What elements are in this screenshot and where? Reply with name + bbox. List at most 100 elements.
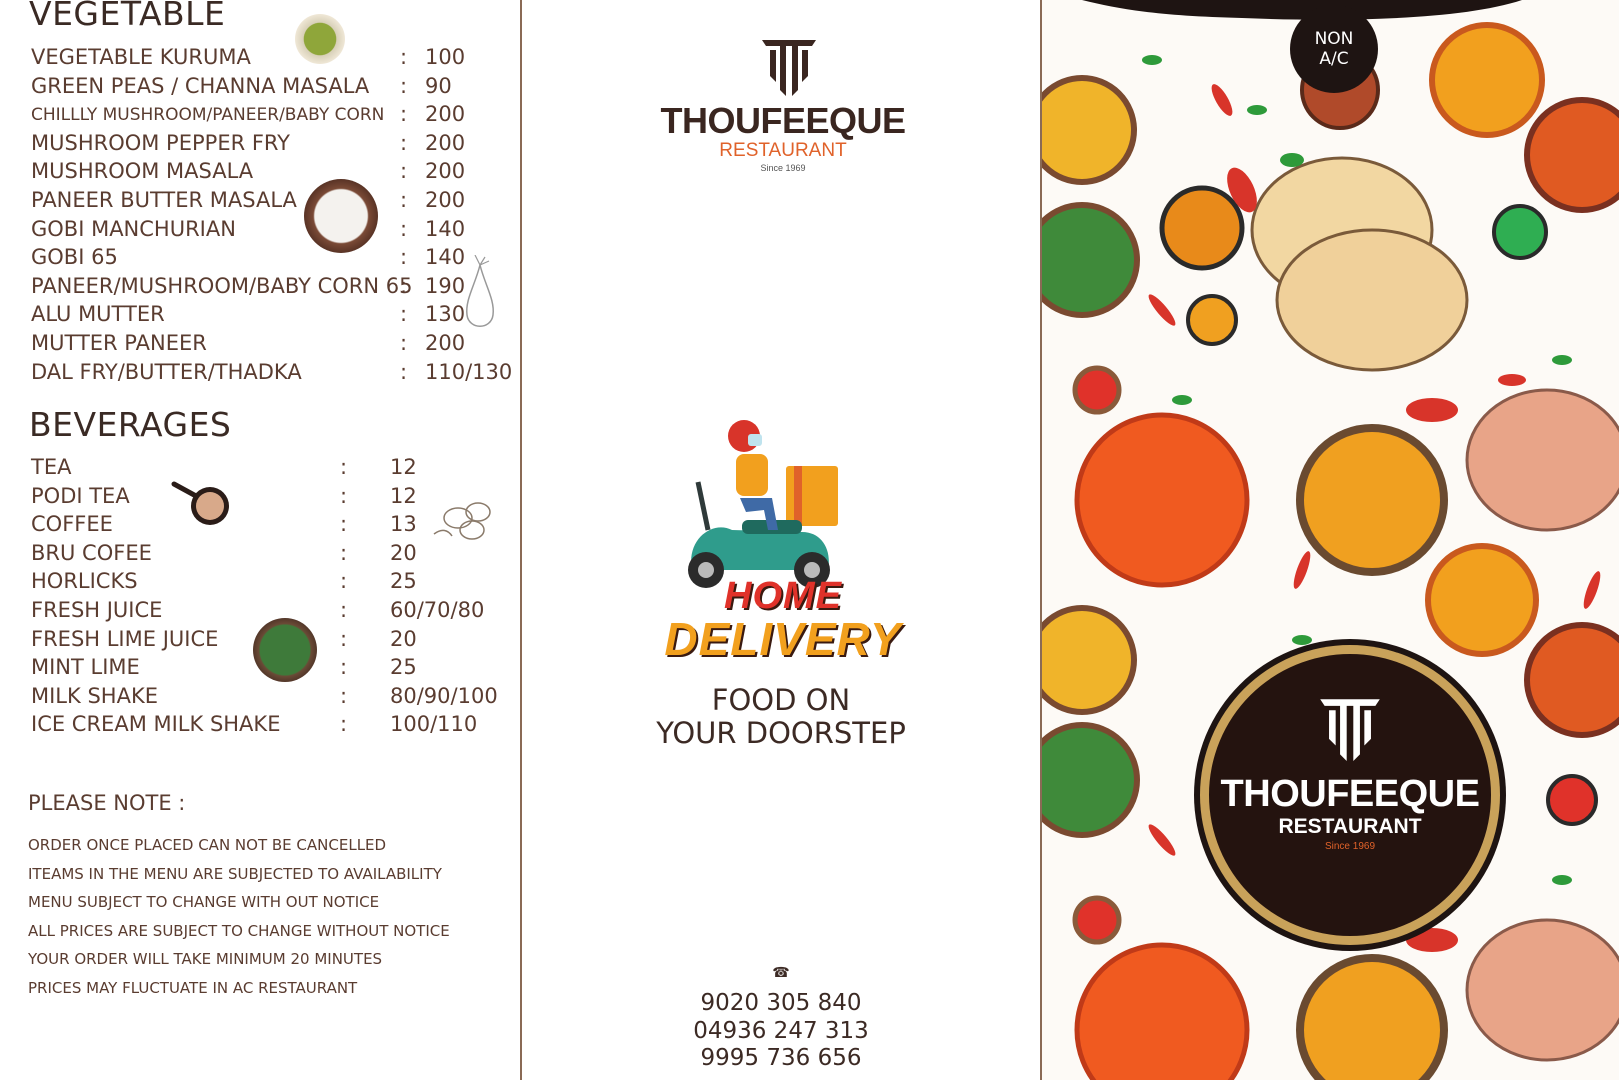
menu-item-separator: : (400, 73, 408, 98)
non-ac-line1: NON (1314, 29, 1354, 49)
non-ac-line2: A/C (1319, 49, 1349, 69)
beverage-item-separator: : (340, 569, 348, 594)
note-item: PRICES MAY FLUCTUATE IN AC RESTAURANT (28, 979, 358, 997)
phone-icon: ☎ (772, 965, 790, 981)
menu-panel-left: VEGETABLE VEGETABLE KURUMA:100 GREEN PEAS… (0, 0, 520, 1080)
menu-item-price: 90 (425, 73, 452, 98)
menu-item-separator: : (400, 159, 408, 184)
menu-item-name: MUSHROOM PEPPER FRY (31, 130, 291, 155)
menu-item-name: PANEER/MUSHROOM/BABY CORN 65 (31, 273, 413, 298)
beverage-item-price: 12 (390, 455, 417, 479)
beverage-item-name: TEA (31, 455, 72, 479)
food-pattern-panel-right: NON A/C THOUFEEQUE RESTAURANT Since 1969 (1042, 0, 1619, 1080)
beverage-item-separator: : (340, 512, 348, 537)
beverage-item-price: 60/70/80 (390, 598, 485, 622)
beverage-item-name: MILK SHAKE (31, 683, 158, 708)
menu-item-price: 140 (425, 216, 466, 241)
mint-chutney-bowl-icon (253, 618, 317, 682)
brand-since: Since 1969 (760, 163, 806, 173)
menu-item-name: MUSHROOM MASALA (31, 159, 254, 184)
note-item: YOUR ORDER WILL TAKE MINIMUM 20 MINUTES (28, 950, 383, 969)
beverage-item-separator: : (340, 483, 348, 508)
badge-brand-name: THOUFEEQUE (1220, 773, 1480, 815)
brand-badge: THOUFEEQUE RESTAURANT Since 1969 (1200, 645, 1500, 945)
brand-logo-mark-icon (762, 40, 816, 96)
beverage-item-name: BRU COFEE (31, 540, 152, 565)
delivery-scooter-illustration (688, 420, 838, 588)
menu-item-price: 200 (425, 130, 466, 155)
menu-item-price: 100 (425, 45, 466, 69)
beverage-item-price: 12 (390, 483, 417, 508)
beverages-title: BEVERAGES (29, 405, 232, 444)
vegetable-title: VEGETABLE (29, 0, 226, 33)
beverage-item-name: FRESH LIME JUICE (31, 626, 219, 651)
beverage-item-price: 20 (390, 626, 417, 651)
beverage-item-separator: : (340, 540, 348, 565)
menu-item-name: PANEER BUTTER MASALA (31, 188, 297, 212)
garlic-sketch-icon (466, 255, 494, 327)
beverage-item-price: 13 (390, 512, 417, 537)
menu-item-name: MUTTER PANEER (31, 331, 207, 355)
menu-item-separator: : (400, 273, 408, 298)
phone-number[interactable]: 9020 305 840 (522, 990, 1040, 1016)
cover-panel-middle: THOUFEEQUE RESTAURANT Since 1969 HOME DE… (520, 0, 1042, 1080)
menu-item-name: DAL FRY/BUTTER/THADKA (31, 359, 302, 384)
phone-number[interactable]: 9995 736 656 (522, 1045, 1040, 1071)
badge-brand-since: Since 1969 (1324, 841, 1376, 852)
menu-item-price: 200 (425, 102, 466, 127)
beverage-item-price: 25 (390, 569, 417, 594)
home-delivery-line2: DELIVERY (664, 613, 902, 665)
menu-item-separator: : (400, 130, 408, 155)
menu-item-separator: : (400, 216, 408, 241)
beverage-item-name: FRESH JUICE (31, 598, 163, 622)
menu-item-name: GOBI MANCHURIAN (31, 216, 236, 241)
menu-item-separator: : (400, 245, 408, 270)
brand-name: THOUFEEQUE (660, 100, 906, 141)
menu-item-separator: : (400, 331, 408, 355)
menu-item-name: ALU MUTTER (31, 302, 165, 327)
beverage-item-name: ICE CREAM MILK SHAKE (31, 712, 281, 737)
badge-brand-subtitle: RESTAURANT (1278, 815, 1422, 838)
menu-item-price: 200 (425, 188, 466, 212)
beverage-item-name: MINT LIME (31, 655, 140, 680)
beverage-item-name: PODI TEA (31, 483, 130, 508)
beverage-item-separator: : (340, 626, 348, 651)
menu-item-name: GOBI 65 (31, 245, 118, 270)
note-item: MENU SUBJECT TO CHANGE WITH OUT NOTICE (28, 893, 380, 912)
beverage-item-name: HORLICKS (31, 569, 138, 594)
beverage-item-price: 20 (390, 540, 417, 565)
note-item: ITEAMS IN THE MENU ARE SUBJECTED TO AVAI… (28, 864, 442, 883)
beverage-item-separator: : (340, 455, 348, 479)
notes-title: PLEASE NOTE : (28, 791, 186, 815)
note-item: ORDER ONCE PLACED CAN NOT BE CANCELLED (28, 836, 387, 854)
beverage-item-separator: : (340, 655, 348, 680)
beverage-item-price: 25 (390, 655, 417, 680)
beverage-item-name: COFFEE (31, 512, 113, 537)
beverage-item-price: 80/90/100 (390, 683, 498, 708)
phone-number[interactable]: 04936 247 313 (522, 1018, 1040, 1044)
brand-subtitle: RESTAURANT (719, 140, 847, 161)
menu-item-name: CHILLLY MUSHROOM/PANEER/BABY CORN (31, 105, 385, 126)
rice-bowl-icon (304, 179, 378, 253)
tagline-line1: FOOD ON (711, 683, 851, 717)
beverage-item-price: 100/110 (390, 712, 478, 737)
beverage-item-separator: : (340, 712, 348, 737)
menu-item-separator: : (400, 102, 408, 127)
spice-sketch-icon (433, 502, 491, 540)
green-chutney-bowl-icon (295, 14, 345, 64)
menu-item-separator: : (400, 188, 408, 212)
menu-item-price: 110/130 (425, 359, 513, 384)
menu-item-price: 200 (425, 159, 466, 184)
menu-item-name: GREEN PEAS / CHANNA MASALA (31, 73, 370, 98)
badge-logo-mark-icon (1320, 699, 1380, 761)
beverage-item-separator: : (340, 683, 348, 708)
non-ac-badge: NON A/C (1290, 5, 1378, 93)
beverage-item-separator: : (340, 598, 348, 622)
menu-item-separator: : (400, 359, 408, 384)
note-item: ALL PRICES ARE SUBJECT TO CHANGE WITHOUT… (28, 921, 450, 940)
menu-item-separator: : (400, 302, 408, 327)
tagline-line2: YOUR DOORSTEP (656, 716, 906, 750)
tea-cup-icon (171, 481, 229, 525)
menu-item-separator: : (400, 45, 408, 69)
menu-item-name: VEGETABLE KURUMA (31, 45, 251, 69)
